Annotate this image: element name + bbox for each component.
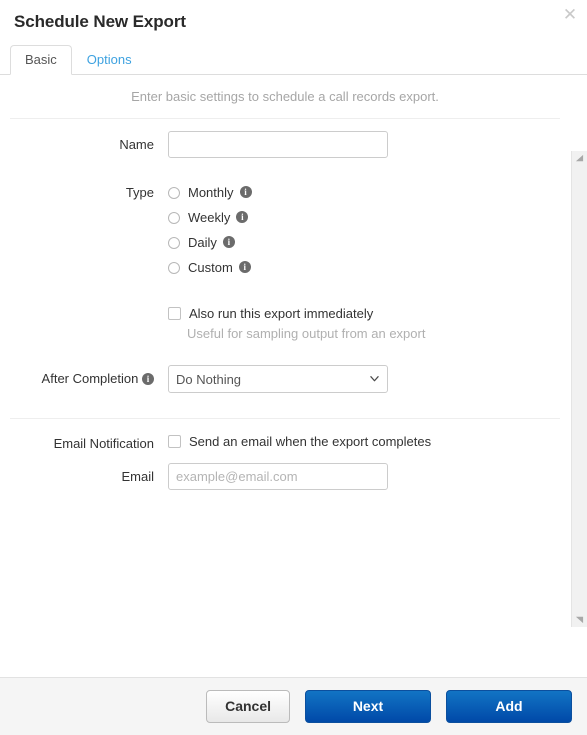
- radio-circle-icon[interactable]: [168, 211, 180, 224]
- next-button[interactable]: Next: [305, 690, 431, 723]
- after-completion-label-text: After Completion: [41, 371, 139, 386]
- page-title: Schedule New Export: [14, 12, 186, 31]
- tab-bar: Basic Options: [0, 45, 587, 75]
- radio-option-custom[interactable]: Custom i: [168, 255, 570, 280]
- run-immediately-label: Also run this export immediately: [189, 306, 374, 321]
- dialog-footer: Cancel Next Add: [0, 677, 587, 735]
- scroll-down-arrow-icon[interactable]: [575, 615, 584, 624]
- field-row-after-completion: After Completion i Do Nothing: [0, 365, 570, 393]
- radio-label-daily: Daily: [188, 235, 217, 250]
- radio-label-monthly: Monthly: [188, 185, 234, 200]
- field-row-email-notification: Email Notification Send an email when th…: [0, 434, 570, 454]
- email-label: Email: [121, 469, 154, 484]
- cancel-button[interactable]: Cancel: [206, 690, 290, 723]
- tab-basic[interactable]: Basic: [10, 45, 72, 75]
- after-completion-select[interactable]: Do Nothing: [168, 365, 388, 393]
- radio-label-weekly: Weekly: [188, 210, 231, 225]
- info-icon-weekly[interactable]: i: [236, 210, 249, 223]
- divider-bottom: [10, 418, 560, 419]
- radio-circle-icon[interactable]: [168, 261, 180, 274]
- tab-options[interactable]: Options: [72, 45, 147, 75]
- info-icon-custom[interactable]: i: [238, 260, 251, 273]
- radio-circle-icon[interactable]: [168, 186, 180, 199]
- email-notification-label: Email Notification: [53, 436, 154, 451]
- scroll-up-arrow-icon[interactable]: [575, 154, 584, 163]
- after-completion-select-wrap: Do Nothing: [168, 365, 388, 393]
- info-icon-after-completion[interactable]: i: [142, 372, 154, 385]
- vertical-scrollbar[interactable]: [571, 151, 587, 627]
- email-notification-checkbox-row[interactable]: Send an email when the export completes: [168, 434, 570, 449]
- radio-option-weekly[interactable]: Weekly i: [168, 205, 570, 230]
- info-icon-daily[interactable]: i: [222, 235, 235, 248]
- field-row-name: Name: [0, 131, 570, 158]
- schedule-new-export-dialog: Schedule New Export ✕ Basic Options Ente…: [0, 0, 587, 735]
- email-field[interactable]: [168, 463, 388, 490]
- info-icon-monthly[interactable]: i: [239, 185, 252, 198]
- radio-option-daily[interactable]: Daily i: [168, 230, 570, 255]
- radio-circle-icon[interactable]: [168, 236, 180, 249]
- name-label: Name: [119, 137, 154, 152]
- add-button[interactable]: Add: [446, 690, 572, 723]
- close-icon[interactable]: ✕: [561, 6, 579, 24]
- after-completion-label: After Completion i: [0, 365, 168, 392]
- field-row-run-immediately: Also run this export immediately Useful …: [0, 306, 570, 341]
- dialog-header: Schedule New Export ✕: [0, 0, 587, 45]
- email-notification-checkbox-label: Send an email when the export completes: [189, 434, 432, 449]
- checkbox-icon-email-notification[interactable]: [168, 435, 181, 448]
- intro-text: Enter basic settings to schedule a call …: [131, 89, 439, 104]
- field-row-type: Type Monthly i Weekly i Daily i Custom i: [0, 180, 570, 280]
- run-immediately-help: Useful for sampling output from an expor…: [187, 326, 426, 341]
- name-input[interactable]: [168, 131, 388, 158]
- radio-option-monthly[interactable]: Monthly i: [168, 180, 570, 205]
- dialog-body: Enter basic settings to schedule a call …: [0, 75, 587, 685]
- run-immediately-checkbox-row[interactable]: Also run this export immediately: [168, 306, 570, 321]
- type-radio-group: Monthly i Weekly i Daily i Custom i: [168, 180, 570, 280]
- type-label: Type: [125, 185, 154, 200]
- radio-label-custom: Custom: [188, 260, 233, 275]
- divider-top: [10, 118, 560, 119]
- checkbox-icon-run-immediately[interactable]: [168, 307, 181, 320]
- field-row-email: Email: [0, 463, 570, 490]
